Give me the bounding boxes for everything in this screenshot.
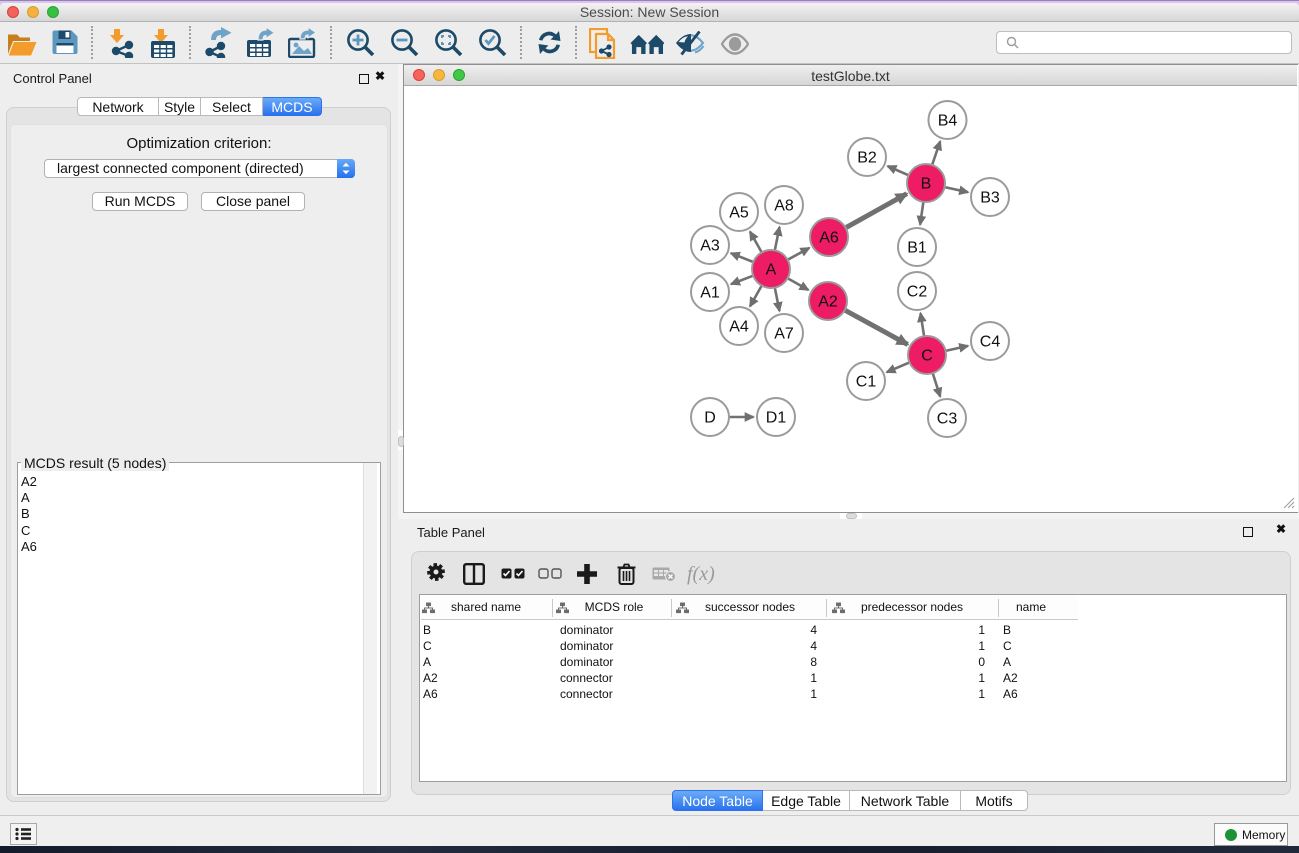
svg-text:B3: B3: [980, 190, 1000, 207]
svg-text:A6: A6: [819, 230, 839, 247]
svg-text:C2: C2: [907, 284, 928, 301]
svg-text:D1: D1: [766, 410, 787, 427]
svg-text:A1: A1: [700, 285, 720, 302]
svg-text:B4: B4: [938, 113, 958, 130]
svg-text:A: A: [766, 262, 777, 279]
svg-text:A7: A7: [774, 326, 794, 343]
svg-text:A5: A5: [729, 205, 749, 222]
svg-text:D: D: [704, 410, 716, 427]
svg-text:A2: A2: [818, 294, 838, 311]
svg-text:A4: A4: [729, 319, 749, 336]
svg-text:C: C: [921, 348, 933, 365]
svg-text:A8: A8: [774, 198, 794, 215]
svg-text:C4: C4: [980, 334, 1001, 351]
svg-text:B2: B2: [857, 150, 877, 167]
svg-text:B: B: [921, 176, 932, 193]
svg-text:A3: A3: [700, 238, 720, 255]
svg-text:C3: C3: [937, 411, 958, 428]
svg-text:B1: B1: [907, 240, 927, 257]
svg-text:C1: C1: [856, 374, 877, 391]
